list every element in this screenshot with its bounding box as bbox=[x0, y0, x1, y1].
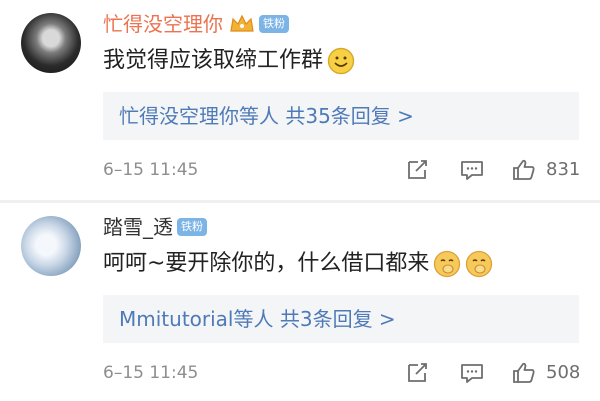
crown-icon bbox=[229, 13, 255, 35]
comment-icon[interactable] bbox=[458, 361, 486, 385]
like-count: 831 bbox=[546, 159, 581, 180]
comment-item: 忙得没空理你 铁粉 我觉得应该取缔工作群 忙得没空理你等人 共35条回复 > 6… bbox=[0, 0, 600, 203]
comment-text: 我觉得应该取缔工作群 bbox=[103, 48, 324, 73]
avatar[interactable] bbox=[21, 13, 81, 73]
like-icon[interactable] bbox=[510, 361, 538, 385]
timestamp: 6–15 11:45 bbox=[103, 363, 199, 383]
shush-emoji bbox=[433, 250, 461, 278]
comment-item: 踏雪_透 铁粉 呵呵~要开除你的，什么借口都来 Mmitutorial等人 共3… bbox=[0, 203, 600, 401]
like-count: 508 bbox=[546, 362, 581, 383]
comment-icon[interactable] bbox=[458, 158, 486, 182]
username-row: 忙得没空理你 铁粉 bbox=[103, 10, 289, 38]
timestamp: 6–15 11:45 bbox=[103, 160, 199, 180]
share-icon[interactable] bbox=[404, 361, 432, 385]
comment-text: 呵呵~要开除你的，什么借口都来 bbox=[103, 251, 430, 276]
avatar[interactable] bbox=[21, 216, 81, 276]
comment-text-row: 呵呵~要开除你的，什么借口都来 bbox=[103, 248, 493, 280]
username[interactable]: 踏雪_透 bbox=[103, 213, 173, 241]
comment-text-row: 我觉得应该取缔工作群 bbox=[103, 45, 355, 77]
fan-badge: 铁粉 bbox=[177, 218, 207, 236]
reply-summary[interactable]: 忙得没空理你等人 共35条回复 > bbox=[103, 92, 579, 140]
fan-badge: 铁粉 bbox=[259, 15, 289, 33]
smile-emoji bbox=[327, 47, 355, 75]
shush-emoji bbox=[465, 250, 493, 278]
share-icon[interactable] bbox=[404, 158, 432, 182]
username[interactable]: 忙得没空理你 bbox=[103, 10, 223, 38]
username-row: 踏雪_透 铁粉 bbox=[103, 213, 207, 241]
reply-summary[interactable]: Mmitutorial等人 共3条回复 > bbox=[103, 295, 579, 343]
like-icon[interactable] bbox=[510, 158, 538, 182]
